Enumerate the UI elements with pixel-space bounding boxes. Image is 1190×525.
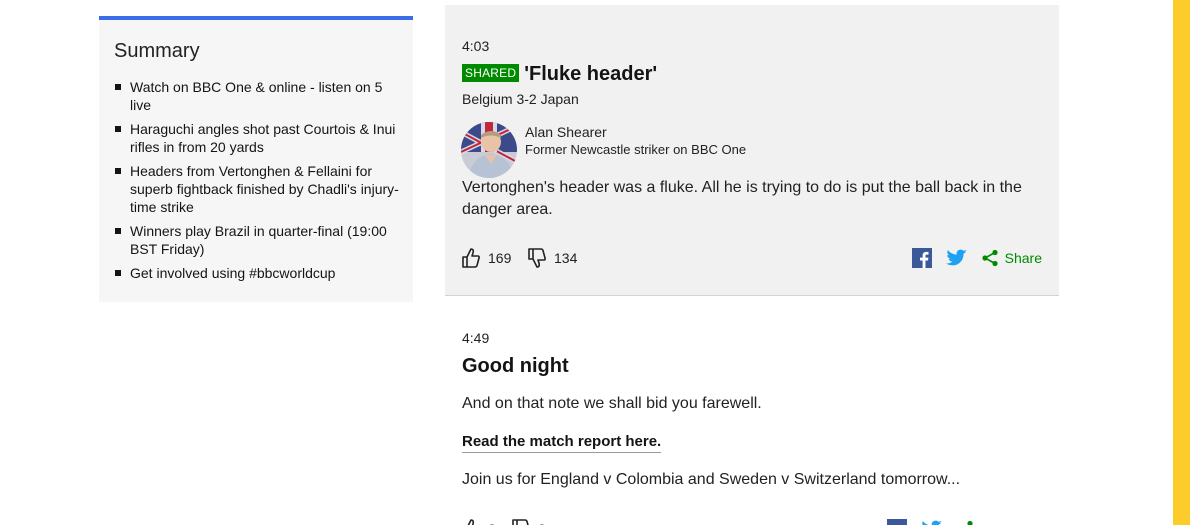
post-subtitle: Belgium 3-2 Japan (462, 91, 579, 107)
twitter-icon (945, 249, 967, 266)
share-controls: Share (898, 246, 1042, 270)
shared-badge: SHARED (462, 64, 520, 82)
match-report-link[interactable]: Read the match report here. (462, 433, 662, 453)
contributor-name: Alan Shearer (525, 124, 607, 140)
thumbs-down-icon (528, 248, 546, 268)
twitter-share-button[interactable] (921, 520, 942, 525)
share-label: Share (1004, 250, 1042, 266)
share-controls (873, 517, 974, 525)
bullet-icon (115, 84, 121, 90)
post-reactions: 2 2 (462, 517, 1042, 525)
summary-item: Get involved using #bbcworldcup (114, 264, 399, 282)
summary-item: Haraguchi angles shot past Courtois & In… (114, 120, 399, 156)
like-button[interactable]: 2 (462, 517, 496, 525)
facebook-share-button[interactable] (887, 519, 907, 525)
contributor: Alan Shearer Former Newcastle striker on… (461, 122, 1041, 178)
live-post-fluke-header: 4:03 SHARED 'Fluke header' Belgium 3-2 Ja… (445, 5, 1059, 296)
twitter-share-button[interactable] (945, 249, 967, 267)
post-body: Vertonghen's header was a fluke. All he … (462, 179, 1022, 218)
share-button[interactable]: Share (981, 249, 1042, 267)
post-title: Good night (462, 355, 569, 377)
summary-list: Watch on BBC One & online - listen on 5 … (114, 78, 399, 288)
bullet-icon (115, 228, 121, 234)
facebook-icon (887, 519, 907, 525)
share-icon (982, 249, 998, 267)
post-body-2: Join us for England v Colombia and Swede… (462, 471, 961, 488)
dislike-count: 134 (554, 250, 578, 266)
post-time: 4:03 (462, 38, 490, 54)
post-title-text: 'Fluke header' (524, 63, 658, 85)
summary-item: Watch on BBC One & online - listen on 5 … (114, 78, 399, 114)
twitter-icon (922, 520, 942, 525)
side-accent-bar (1173, 0, 1190, 525)
contributor-role: Former Newcastle striker on BBC One (525, 142, 747, 157)
summary-item: Winners play Brazil in quarter-final (19… (114, 222, 399, 258)
contributor-avatar (461, 122, 517, 178)
post-title: SHARED 'Fluke header' (462, 63, 657, 86)
share-button[interactable] (956, 520, 974, 525)
thumbs-down-icon (512, 519, 529, 525)
post-time: 4:49 (462, 330, 490, 346)
post-reactions: 169 134 Share (462, 246, 1042, 270)
thumbs-up-icon (467, 519, 475, 525)
like-count: 169 (488, 250, 512, 266)
live-post-good-night: 4:49 Good night And on that note we shal… (445, 297, 1059, 525)
facebook-icon (911, 248, 932, 268)
bullet-icon (115, 126, 121, 132)
dislike-count: 2 (538, 521, 546, 525)
dislike-button[interactable]: 134 (528, 246, 577, 270)
summary-heading: Summary (114, 40, 200, 62)
share-icon (967, 520, 973, 525)
bullet-icon (115, 270, 121, 276)
facebook-share-button[interactable] (911, 248, 932, 268)
dislike-button[interactable]: 2 (512, 517, 546, 525)
like-button[interactable]: 169 (462, 246, 511, 270)
summary-panel: Summary Watch on BBC One & online - list… (99, 16, 413, 302)
thumbs-up-icon (462, 248, 480, 268)
post-body: And on that note we shall bid you farewe… (462, 395, 762, 412)
like-count: 2 (488, 521, 496, 525)
summary-item: Headers from Vertonghen & Fellaini for s… (114, 162, 399, 216)
bullet-icon (115, 168, 121, 174)
